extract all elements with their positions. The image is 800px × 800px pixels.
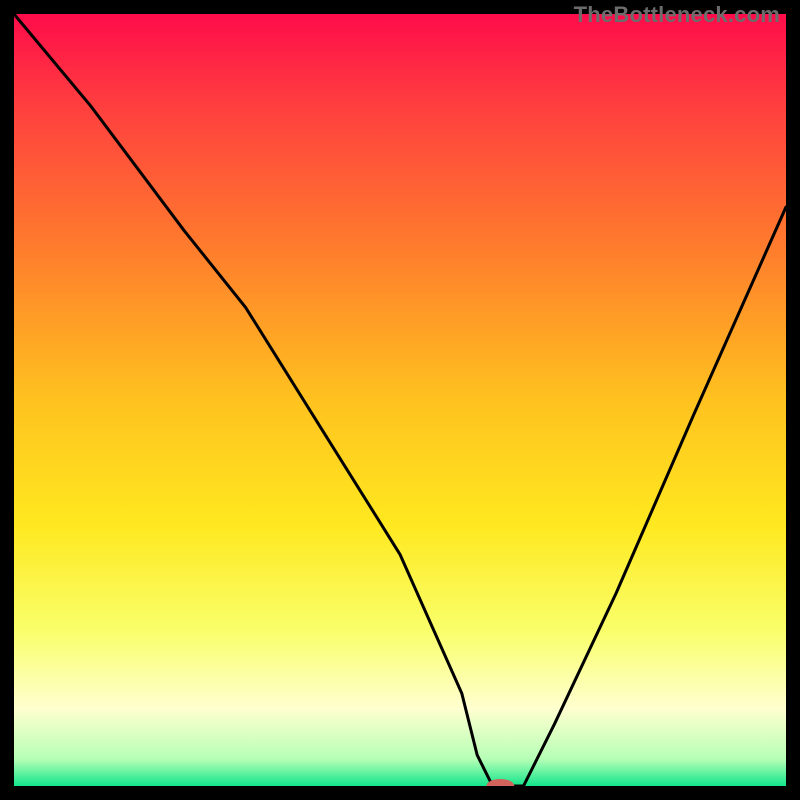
chart-frame: TheBottleneck.com bbox=[0, 0, 800, 800]
watermark-label: TheBottleneck.com bbox=[574, 2, 780, 28]
gradient-background bbox=[14, 14, 786, 786]
plot-area bbox=[14, 14, 786, 786]
chart-svg bbox=[14, 14, 786, 786]
